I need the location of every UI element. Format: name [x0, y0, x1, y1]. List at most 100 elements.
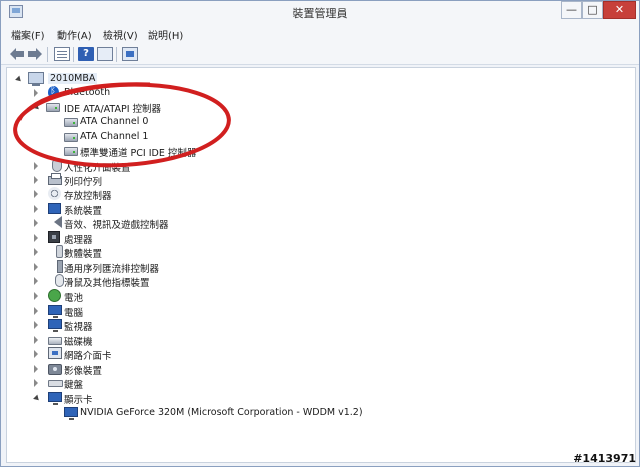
tree-item-category[interactable]: 鍵盤	[12, 376, 312, 391]
hid-icon	[52, 159, 62, 172]
tree-item-label: 音效、視訊及遊戲控制器	[64, 220, 169, 231]
tree-item-category[interactable]: 音效、視訊及遊戲控制器	[12, 216, 312, 231]
tree-root[interactable]: 2010MBA	[12, 72, 312, 86]
tree-item-label: 影像裝置	[64, 366, 103, 377]
tree-item-label: 存放控制器	[64, 191, 112, 202]
storage-controller-icon	[48, 187, 61, 200]
chevron-right-icon[interactable]	[34, 365, 38, 373]
scan-hardware-icon[interactable]	[122, 47, 138, 61]
tree-item-label: 系統裝置	[64, 206, 103, 217]
tree-item-ide[interactable]: IDE ATA/ATAPI 控制器	[12, 100, 312, 115]
toolbar: ?	[1, 43, 639, 65]
tree-item-label: 數體裝置	[64, 249, 103, 260]
view-icon[interactable]	[97, 47, 113, 61]
ide-controller-icon	[64, 147, 78, 156]
toolbar-separator	[116, 47, 117, 62]
tree-item-ide-child[interactable]: ATA Channel 1	[12, 130, 312, 144]
chevron-right-icon[interactable]	[34, 248, 38, 256]
tree-item-category[interactable]: 監視器	[12, 318, 312, 333]
monitor-icon	[48, 319, 62, 332]
processor-icon	[48, 231, 60, 243]
chevron-right-icon[interactable]	[34, 277, 38, 285]
maximize-button[interactable]: □	[582, 1, 603, 19]
tree-item-category[interactable]: 磁碟機	[12, 333, 312, 348]
tree-item-label: ATA Channel 1	[80, 131, 149, 142]
chevron-right-icon[interactable]	[34, 162, 38, 170]
properties-icon[interactable]	[54, 47, 70, 61]
menu-view[interactable]: 檢視(V)	[103, 27, 138, 42]
network-adapter-icon	[48, 347, 62, 359]
chevron-right-icon[interactable]	[34, 292, 38, 300]
device-manager-window: 裝置管理員 — □ ✕ 檔案(F) 動作(A) 檢視(V) 說明(H) ? 20…	[0, 0, 640, 467]
minimize-button[interactable]: —	[561, 1, 582, 19]
tree-item-category[interactable]: 人性化介面裝置	[12, 159, 312, 174]
tree-item-category[interactable]: 處理器	[12, 231, 312, 246]
chevron-right-icon[interactable]	[34, 379, 38, 387]
tree-item-display-child[interactable]: NVIDIA GeForce 320M (Microsoft Corporati…	[12, 406, 412, 420]
tree-item-label: 通用序列匯流排控制器	[64, 264, 160, 275]
tree-item-category[interactable]: 網路介面卡	[12, 347, 312, 362]
tree-item-category[interactable]: 系統裝置	[12, 202, 312, 217]
portable-device-icon	[56, 245, 63, 258]
menu-file[interactable]: 檔案(F)	[11, 27, 45, 42]
tree-item-label: NVIDIA GeForce 320M (Microsoft Corporati…	[80, 407, 363, 418]
chevron-right-icon[interactable]	[34, 350, 38, 358]
tree-item-label: Bluetooth	[64, 87, 111, 98]
tree-item-label: 監視器	[64, 322, 93, 333]
tree-item-category[interactable]: 影像裝置	[12, 362, 312, 377]
tree-item-label: 電腦	[64, 308, 84, 319]
tree-item-display[interactable]: 顯示卡	[12, 391, 312, 406]
tree-item-label: IDE ATA/ATAPI 控制器	[64, 104, 162, 115]
chevron-right-icon[interactable]	[34, 205, 38, 213]
help-icon[interactable]: ?	[78, 47, 94, 61]
window-title: 裝置管理員	[292, 7, 348, 20]
chevron-right-icon[interactable]	[34, 336, 38, 344]
tree-item-ide-child[interactable]: ATA Channel 0	[12, 115, 312, 129]
tree-item-label: 網路介面卡	[64, 351, 112, 362]
tree-item-label: ATA Channel 0	[80, 116, 149, 127]
tree-item-category[interactable]: 列印佇列	[12, 173, 312, 188]
battery-icon	[48, 289, 61, 302]
tree-item-category[interactable]: 數體裝置	[12, 245, 312, 260]
title-bar[interactable]: 裝置管理員 — □ ✕	[1, 1, 639, 23]
device-tree[interactable]: 2010MBA Bluetooth IDE ATA/ATAPI 控制器 ATA …	[6, 67, 636, 463]
chevron-down-icon[interactable]	[33, 394, 41, 403]
chevron-right-icon[interactable]	[34, 89, 38, 97]
tree-item-ide-child[interactable]: 標準雙通道 PCI IDE 控制器	[12, 144, 312, 159]
speaker-icon	[54, 216, 62, 228]
keyboard-icon	[48, 380, 63, 387]
chevron-right-icon[interactable]	[34, 176, 38, 184]
tree-item-category[interactable]: 電腦	[12, 304, 312, 319]
chevron-right-icon[interactable]	[34, 234, 38, 242]
tree-item-category[interactable]: 電池	[12, 289, 312, 304]
tree-item-category[interactable]: 通用序列匯流排控制器	[12, 260, 312, 275]
close-button[interactable]: ✕	[603, 1, 636, 19]
computer-icon	[28, 72, 44, 86]
chevron-right-icon[interactable]	[34, 321, 38, 329]
arrow-left-icon[interactable]	[9, 47, 25, 61]
arrow-right-icon[interactable]	[27, 47, 43, 61]
tree-item-category[interactable]: 滑鼠及其他指標裝置	[12, 274, 312, 289]
menu-help[interactable]: 說明(H)	[148, 27, 183, 42]
tree-item-label: 磁碟機	[64, 337, 93, 348]
ata-channel-icon	[64, 118, 78, 127]
tree-item-label: 人性化介面裝置	[64, 163, 131, 174]
system-device-icon	[48, 203, 61, 214]
chevron-down-icon[interactable]	[33, 103, 41, 112]
chevron-right-icon[interactable]	[34, 219, 38, 227]
chevron-right-icon[interactable]	[34, 190, 38, 198]
tree-item-category[interactable]: 存放控制器	[12, 187, 312, 202]
display-adapter-icon	[64, 407, 78, 420]
chevron-down-icon[interactable]	[15, 75, 23, 84]
watermark: #1413971	[573, 452, 636, 465]
menu-action[interactable]: 動作(A)	[57, 27, 92, 42]
disk-drive-icon	[48, 337, 62, 345]
tree-item-bluetooth[interactable]: Bluetooth	[12, 85, 312, 100]
ata-channel-icon	[64, 133, 78, 142]
chevron-right-icon[interactable]	[34, 263, 38, 271]
chevron-right-icon[interactable]	[34, 307, 38, 315]
ide-controller-icon	[46, 103, 60, 112]
tree-item-label: 鍵盤	[64, 380, 84, 391]
display-adapter-icon	[48, 392, 62, 405]
tree-item-label: 列印佇列	[64, 177, 103, 188]
